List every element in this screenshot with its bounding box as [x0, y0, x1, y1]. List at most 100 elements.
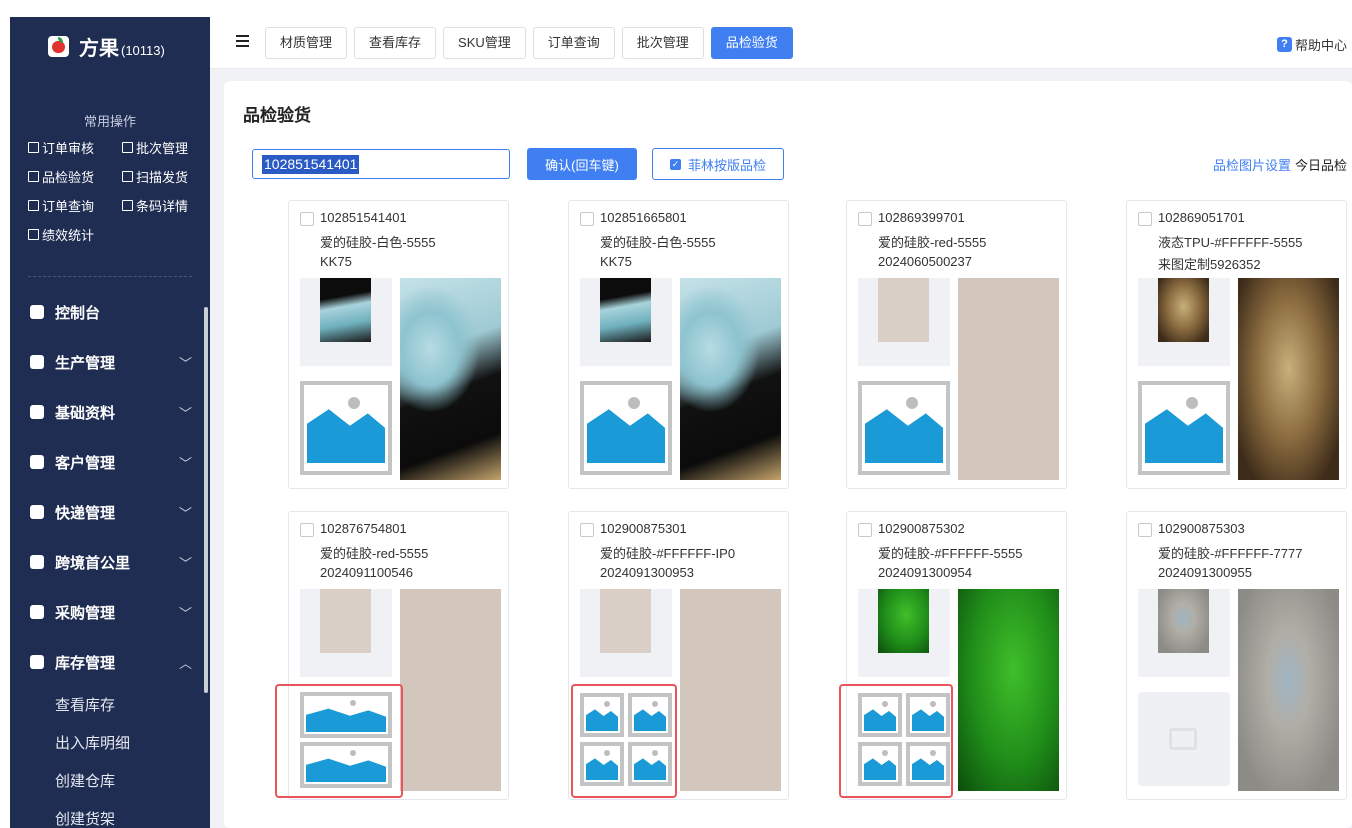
nav-express[interactable]: 快递管理 ﹀ [10, 487, 210, 537]
case-design-thumbnail[interactable] [1138, 278, 1230, 366]
inspection-card[interactable]: 102851541401 爱的硅胶-白色-5555 KK75 [288, 200, 509, 489]
help-center-link[interactable]: ? 帮助中心 [1277, 35, 1347, 54]
help-icon: ? [1277, 37, 1292, 52]
case-design-thumbnail[interactable] [300, 589, 392, 677]
tab-order-search[interactable]: 订单查询 [532, 27, 615, 59]
inspection-card[interactable]: 102900875302 爱的硅胶-#FFFFFF-5555 20240913009… [839, 511, 1067, 800]
factory-icon [30, 355, 44, 369]
card-checkbox[interactable] [580, 212, 594, 226]
case-camera-strip [878, 589, 929, 653]
card-note: 2024060500237 [878, 254, 972, 269]
quick-scan-ship[interactable]: 扫描发货 [122, 167, 210, 186]
case-design-thumbnail[interactable] [580, 278, 672, 366]
sidebar-scrollbar[interactable] [204, 307, 208, 693]
tab-material[interactable]: 材质管理 [265, 27, 348, 59]
card-checkbox[interactable] [858, 212, 872, 226]
quick-item-label: 扫描发货 [136, 170, 189, 185]
quick-inspect[interactable]: 品检验货 [28, 167, 122, 186]
nav-dashboard[interactable]: 控制台 [10, 287, 210, 337]
card-checkbox[interactable] [300, 212, 314, 226]
placeholder-mountain-icon [865, 409, 943, 463]
card-checkbox[interactable] [580, 523, 594, 537]
case-design-preview[interactable] [1238, 278, 1339, 480]
film-inspection-toggle[interactable]: ✓ 菲林按版品检 [652, 148, 784, 180]
case-design-preview[interactable] [680, 589, 781, 791]
placeholder-mountain-icon [307, 409, 385, 463]
quick-performance[interactable]: 绩效统计 [28, 225, 122, 244]
quick-barcode-detail[interactable]: 条码详情 [122, 196, 210, 215]
case-design-preview[interactable] [400, 589, 501, 791]
card-checkbox[interactable] [858, 523, 872, 537]
sub-create-warehouse[interactable]: 创建仓库 [10, 763, 210, 801]
quick-batch-manage[interactable]: 批次管理 [122, 138, 210, 157]
empty-image-placeholder[interactable] [1138, 692, 1230, 786]
inspection-card[interactable]: 102851665801 爱的硅胶-白色-5555 KK75 [568, 200, 789, 489]
nav-cross-border[interactable]: 跨境首公里 ﹀ [10, 537, 210, 587]
highlight-box [275, 684, 403, 798]
inspection-card[interactable]: 102876754801 爱的硅胶-red-5555 2024091100546 [275, 511, 509, 800]
brand-name: 方果 (10113) [79, 37, 165, 60]
card-product-name: 爱的硅胶-白色-5555 [600, 235, 716, 250]
users-icon [30, 455, 44, 469]
tab-inspection[interactable]: 品检验货 [710, 27, 793, 59]
inspection-card[interactable]: 102869399701 爱的硅胶-red-5555 2024060500237 [846, 200, 1067, 489]
brand-logo[interactable]: 方果 (10113) [10, 17, 210, 75]
case-camera-strip [600, 278, 651, 342]
case-design-preview[interactable] [958, 278, 1059, 480]
quick-item-label: 订单查询 [42, 199, 95, 214]
sub-create-shelf[interactable]: 创建货架 [10, 801, 210, 828]
inspection-card[interactable]: 102900875301 爱的硅胶-#FFFFFF-IP0 202409130095… [568, 511, 789, 800]
tab-view-inventory[interactable]: 查看库存 [354, 27, 437, 59]
nav-purchasing[interactable]: 采购管理 ﹀ [10, 587, 210, 637]
case-design-thumbnail[interactable] [858, 278, 950, 366]
quick-item-label: 品检验货 [42, 170, 95, 185]
search-doc-icon [28, 200, 39, 211]
nav-basic-data[interactable]: 基础资料 ﹀ [10, 387, 210, 437]
case-design-thumbnail[interactable] [858, 589, 950, 677]
page-tabs: 材质管理 查看库存 SKU管理 订单查询 批次管理 品检验货 [265, 27, 793, 59]
inspection-card[interactable]: 102869051701 液态TPU-#FFFFFF-5555 来图定制592635… [1126, 200, 1347, 489]
chevron-down-icon: ﹀ [178, 555, 192, 571]
card-note: 2024091300955 [1158, 565, 1252, 580]
nav-label: 库存管理 [55, 654, 116, 672]
case-camera-strip [320, 278, 371, 342]
confirm-button[interactable]: 确认(回车键) [527, 148, 637, 180]
apple-logo-icon [48, 35, 69, 57]
image-settings-link[interactable]: 品检图片设置 [1213, 158, 1291, 173]
quick-order-search[interactable]: 订单查询 [28, 196, 122, 215]
nav-customers[interactable]: 客户管理 ﹀ [10, 437, 210, 487]
image-placeholder[interactable] [858, 381, 950, 475]
image-placeholder[interactable] [300, 381, 392, 475]
dashboard-icon [30, 305, 44, 319]
card-checkbox[interactable] [1138, 212, 1152, 226]
case-design-preview[interactable] [1238, 589, 1339, 791]
nav-production[interactable]: 生产管理 ﹀ [10, 337, 210, 387]
case-design-thumbnail[interactable] [580, 589, 672, 677]
case-design-preview[interactable] [400, 278, 501, 480]
right-tools: 品检图片设置 今日品检 [1213, 155, 1347, 174]
inspection-card[interactable]: 102900875303 爱的硅胶-#FFFFFF-7777 20240913009… [1126, 511, 1347, 800]
tab-sku[interactable]: SKU管理 [443, 27, 526, 59]
image-placeholder[interactable] [580, 381, 672, 475]
truck-icon [30, 505, 44, 519]
tab-batch[interactable]: 批次管理 [621, 27, 704, 59]
sub-stock-detail[interactable]: 出入库明细 [10, 725, 210, 763]
case-design-thumbnail[interactable] [300, 278, 392, 366]
image-icon [1169, 728, 1197, 750]
card-checkbox[interactable] [1138, 523, 1152, 537]
case-design-preview[interactable] [958, 589, 1059, 791]
nav-label: 基础资料 [55, 404, 116, 422]
checkbox-icon [28, 142, 39, 153]
case-design-preview[interactable] [680, 278, 781, 480]
card-order-number: 102869051701 [1158, 210, 1245, 225]
quick-item-label: 批次管理 [136, 141, 189, 156]
sub-view-inventory[interactable]: 查看库存 [10, 687, 210, 725]
card-note: KK75 [600, 254, 632, 269]
menu-toggle-icon[interactable] [236, 35, 249, 47]
case-design-thumbnail[interactable] [1138, 589, 1230, 677]
card-note: KK75 [320, 254, 352, 269]
image-placeholder[interactable] [1138, 381, 1230, 475]
nav-inventory[interactable]: 库存管理 ︿ [10, 637, 210, 687]
quick-order-review[interactable]: 订单审核 [28, 138, 122, 157]
card-checkbox[interactable] [300, 523, 314, 537]
